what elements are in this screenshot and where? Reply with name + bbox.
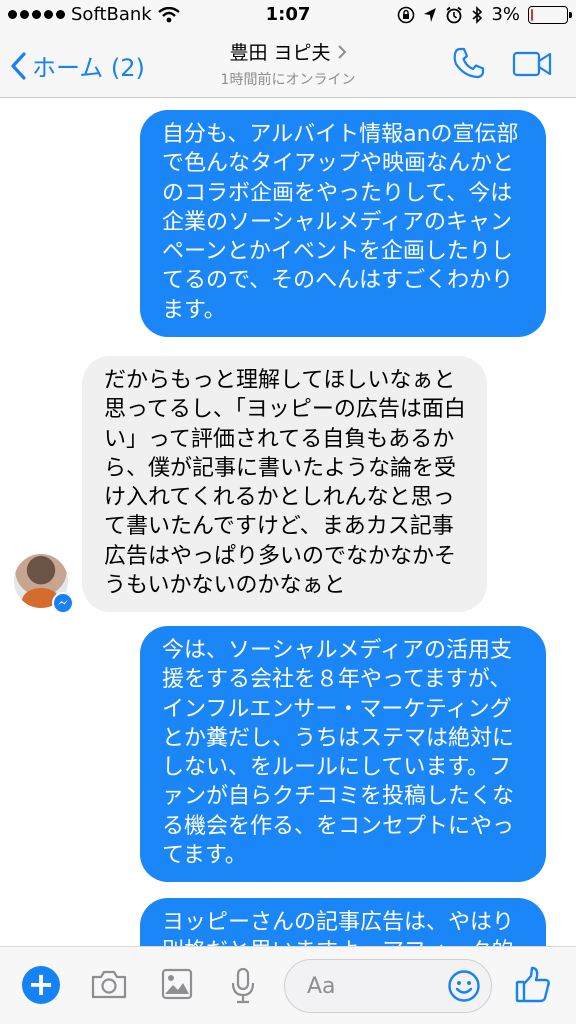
contact-info[interactable]: 豊田 ヨピ夫 1時間前にオンライン [170, 38, 406, 89]
messenger-badge-icon [52, 592, 74, 614]
chevron-left-icon [11, 51, 26, 80]
message-bubble-outgoing[interactable]: ヨッピーさんの記事広告は、やはり別格だと思いますよ。アフィーク的 [140, 898, 546, 946]
message-bubble-incoming[interactable]: だからもっと理解してほしいなぁと思ってるし、「ヨッピーの広告は面白い」って評価さ… [82, 356, 487, 612]
conversation-header: ホーム (2) 豊田 ヨピ夫 1時間前にオンライン [0, 32, 576, 98]
video-camera-icon[interactable] [512, 50, 552, 78]
rotation-lock-icon [398, 6, 415, 23]
photo-icon[interactable] [160, 967, 194, 1001]
chevron-right-icon [337, 44, 346, 59]
microphone-icon[interactable] [230, 967, 256, 1005]
alarm-icon [446, 6, 463, 23]
battery-icon [528, 5, 572, 24]
phone-icon[interactable] [452, 46, 486, 80]
status-right: 3% [397, 4, 572, 25]
like-thumb-icon[interactable] [514, 965, 552, 1005]
message-input[interactable] [307, 972, 437, 1000]
back-label: ホーム (2) [32, 54, 145, 82]
emoji-icon[interactable] [447, 969, 481, 1003]
camera-icon[interactable] [90, 967, 128, 1001]
bluetooth-icon [472, 5, 483, 24]
composer-toolbar: + [0, 946, 576, 1024]
contact-status: 1時間前にオンライン [220, 72, 356, 88]
message-bubble-outgoing[interactable]: 自分も、アルバイト情報anの宣伝部で色んなタイアップや映画なんかとのコラボ企画を… [140, 110, 546, 337]
back-button[interactable]: ホーム (2) [10, 48, 145, 83]
message-list[interactable]: 自分も、アルバイト情報anの宣伝部で色んなタイアップや映画なんかとのコラボ企画を… [0, 98, 576, 946]
status-bar: SoftBank 1:07 3% [0, 0, 576, 32]
message-bubble-outgoing[interactable]: 今は、ソーシャルメディアの活用支援をする会社を８年やってますが、インフルエンサー… [140, 626, 546, 882]
location-icon [424, 7, 437, 22]
contact-name: 豊田 ヨピ夫 [229, 42, 331, 64]
add-button[interactable]: + [22, 966, 60, 1004]
battery-fill [531, 8, 534, 21]
message-composer[interactable] [284, 959, 492, 1013]
battery-percent: 3% [491, 4, 520, 25]
